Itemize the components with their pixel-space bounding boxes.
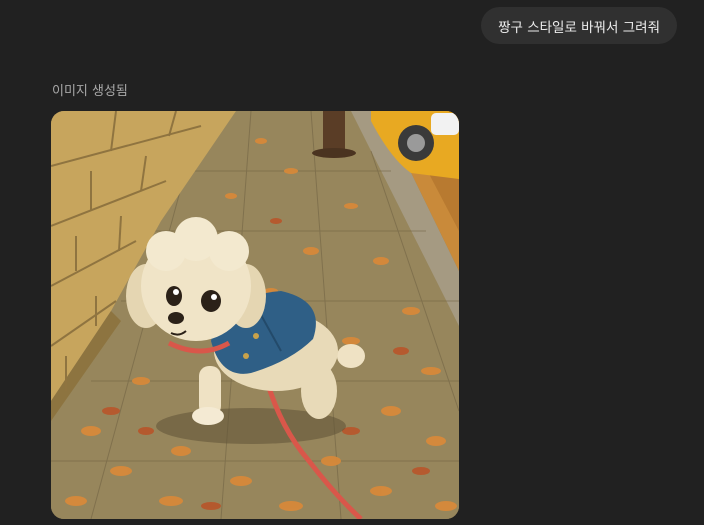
user-message-bubble: 짱구 스타일로 바꿔서 그려줘 [481, 7, 677, 44]
generated-image-illustration [51, 111, 459, 519]
chat-thread: 짱구 스타일로 바꿔서 그려줘 이미지 생성됨 [0, 0, 704, 525]
user-message-text: 짱구 스타일로 바꿔서 그려줘 [498, 19, 660, 36]
image-generated-label: 이미지 생성됨 [52, 84, 128, 99]
generated-image[interactable] [51, 111, 459, 519]
